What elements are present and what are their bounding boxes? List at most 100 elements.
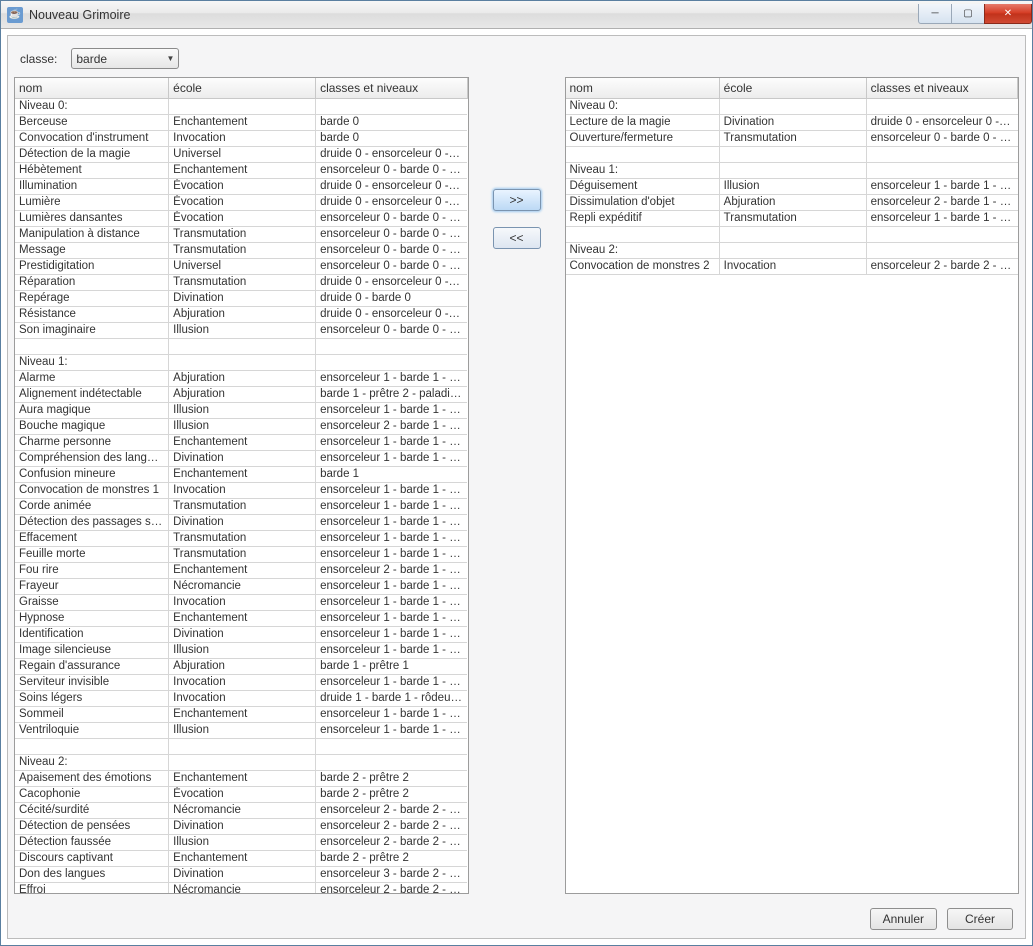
col-ecole[interactable]: école <box>719 78 866 98</box>
selected-table-wrap[interactable]: nom école classes et niveaux Niveau 0:Le… <box>565 77 1020 894</box>
table-row[interactable]: Niveau 1: <box>566 162 1018 178</box>
table-row[interactable]: Image silencieuseIllusionensorceleur 1 -… <box>15 642 467 658</box>
class-select-value: barde <box>76 52 107 66</box>
table-row[interactable]: Bouche magiqueIllusionensorceleur 2 - ba… <box>15 418 467 434</box>
maximize-button[interactable]: ▢ <box>951 4 985 24</box>
table-row[interactable]: Alignement indétectableAbjurationbarde 1… <box>15 386 467 402</box>
move-right-button[interactable]: >> <box>493 189 541 211</box>
table-row[interactable]: Lecture de la magieDivinationdruide 0 - … <box>566 114 1018 130</box>
cell: barde 0 <box>316 130 467 146</box>
table-row[interactable]: Niveau 0: <box>15 98 467 114</box>
table-row[interactable]: Corde animéeTransmutationensorceleur 1 -… <box>15 498 467 514</box>
col-nom[interactable]: nom <box>15 78 169 98</box>
table-row[interactable]: CacophonieÉvocationbarde 2 - prêtre 2 <box>15 786 467 802</box>
table-row[interactable]: Niveau 2: <box>15 754 467 770</box>
table-row[interactable]: EffacementTransmutationensorceleur 1 - b… <box>15 530 467 546</box>
table-row[interactable]: Cécité/surditéNécromancieensorceleur 2 -… <box>15 802 467 818</box>
table-row[interactable]: GraisseInvocationensorceleur 1 - barde 1… <box>15 594 467 610</box>
table-row[interactable]: Charme personneEnchantementensorceleur 1… <box>15 434 467 450</box>
table-row[interactable] <box>566 226 1018 242</box>
group-cell <box>15 738 169 754</box>
table-row[interactable]: Discours captivantEnchantementbarde 2 - … <box>15 850 467 866</box>
table-row[interactable]: Détection de penséesDivinationensorceleu… <box>15 818 467 834</box>
table-row[interactable]: MessageTransmutationensorceleur 0 - bard… <box>15 242 467 258</box>
table-row[interactable]: Aura magiqueIllusionensorceleur 1 - bard… <box>15 402 467 418</box>
transfer-controls: >> << <box>469 77 565 894</box>
cell: ensorceleur 0 - barde 0 - ma... <box>316 210 467 226</box>
minimize-button[interactable]: ─ <box>918 4 952 24</box>
table-row[interactable]: PrestidigitationUniverselensorceleur 0 -… <box>15 258 467 274</box>
table-row[interactable]: HébètementEnchantementensorceleur 0 - ba… <box>15 162 467 178</box>
cell: Enchantement <box>169 610 316 626</box>
table-row[interactable]: Repli expéditifTransmutationensorceleur … <box>566 210 1018 226</box>
table-row[interactable]: Manipulation à distanceTransmutationenso… <box>15 226 467 242</box>
table-row[interactable]: Son imaginaireIllusionensorceleur 0 - ba… <box>15 322 467 338</box>
table-row[interactable]: BerceuseEnchantementbarde 0 <box>15 114 467 130</box>
table-row[interactable] <box>566 146 1018 162</box>
table-row[interactable]: Regain d'assuranceAbjurationbarde 1 - pr… <box>15 658 467 674</box>
table-row[interactable] <box>15 738 467 754</box>
cell: Transmutation <box>169 546 316 562</box>
table-row[interactable]: Lumières dansantesÉvocationensorceleur 0… <box>15 210 467 226</box>
create-button[interactable]: Créer <box>947 908 1013 930</box>
table-row[interactable]: Convocation de monstres 2Invocationensor… <box>566 258 1018 274</box>
table-row[interactable]: Détection fausséeIllusionensorceleur 2 -… <box>15 834 467 850</box>
col-classes[interactable]: classes et niveaux <box>866 78 1017 98</box>
cell: Alignement indétectable <box>15 386 169 402</box>
table-row[interactable]: Niveau 0: <box>566 98 1018 114</box>
table-row[interactable]: HypnoseEnchantementensorceleur 1 - barde… <box>15 610 467 626</box>
table-row[interactable]: IdentificationDivinationensorceleur 1 - … <box>15 626 467 642</box>
titlebar[interactable]: ☕ Nouveau Grimoire ─ ▢ ✕ <box>1 1 1032 29</box>
cancel-button[interactable]: Annuler <box>870 908 937 930</box>
class-select[interactable]: barde ▼ <box>71 48 179 69</box>
table-row[interactable]: Convocation de monstres 1Invocationensor… <box>15 482 467 498</box>
cell: Enchantement <box>169 562 316 578</box>
group-cell: Niveau 2: <box>566 242 720 258</box>
cell: Enchantement <box>169 466 316 482</box>
table-row[interactable]: Détection des passages secr...Divination… <box>15 514 467 530</box>
cell: Divination <box>169 818 316 834</box>
table-row[interactable]: RéparationTransmutationdruide 0 - ensorc… <box>15 274 467 290</box>
table-row[interactable]: Feuille morteTransmutationensorceleur 1 … <box>15 546 467 562</box>
cell: Universel <box>169 258 316 274</box>
cell: barde 1 - prêtre 2 - paladin 2 <box>316 386 467 402</box>
col-classes[interactable]: classes et niveaux <box>316 78 467 98</box>
table-row[interactable]: AlarmeAbjurationensorceleur 1 - barde 1 … <box>15 370 467 386</box>
cell: Repérage <box>15 290 169 306</box>
table-row[interactable]: Dissimulation d'objetAbjurationensorcele… <box>566 194 1018 210</box>
col-ecole[interactable]: école <box>169 78 316 98</box>
table-row[interactable]: Confusion mineureEnchantementbarde 1 <box>15 466 467 482</box>
table-row[interactable]: Convocation d'instrumentInvocationbarde … <box>15 130 467 146</box>
col-nom[interactable]: nom <box>566 78 720 98</box>
cell: ensorceleur 2 - barde 1 - ma... <box>866 194 1017 210</box>
table-row[interactable]: EffroiNécromancieensorceleur 2 - barde 2… <box>15 882 467 894</box>
table-row[interactable]: IlluminationÉvocationdruide 0 - ensorcel… <box>15 178 467 194</box>
cell: ensorceleur 1 - barde 1 - ma... <box>866 210 1017 226</box>
cell: Fou rire <box>15 562 169 578</box>
cell: ensorceleur 1 - barde 1 - ma... <box>316 402 467 418</box>
table-row[interactable]: FrayeurNécromancieensorceleur 1 - barde … <box>15 578 467 594</box>
window-title: Nouveau Grimoire <box>29 8 130 22</box>
available-table-wrap[interactable]: nom école classes et niveaux Niveau 0:Be… <box>14 77 469 894</box>
table-row[interactable]: LumièreÉvocationdruide 0 - ensorceleur 0… <box>15 194 467 210</box>
table-row[interactable]: RepérageDivinationdruide 0 - barde 0 <box>15 290 467 306</box>
table-row[interactable]: Fou rireEnchantementensorceleur 2 - bard… <box>15 562 467 578</box>
table-row[interactable]: Don des languesDivinationensorceleur 3 -… <box>15 866 467 882</box>
table-row[interactable] <box>15 338 467 354</box>
table-row[interactable]: Niveau 1: <box>15 354 467 370</box>
close-button[interactable]: ✕ <box>984 4 1032 24</box>
table-row[interactable]: VentriloquieIllusionensorceleur 1 - bard… <box>15 722 467 738</box>
table-row[interactable]: SommeilEnchantementensorceleur 1 - barde… <box>15 706 467 722</box>
table-row[interactable]: RésistanceAbjurationdruide 0 - ensorcele… <box>15 306 467 322</box>
table-row[interactable]: Serviteur invisibleInvocationensorceleur… <box>15 674 467 690</box>
table-row[interactable]: Ouverture/fermetureTransmutationensorcel… <box>566 130 1018 146</box>
cell: Invocation <box>169 594 316 610</box>
table-row[interactable]: Compréhension des langagesDivinationenso… <box>15 450 467 466</box>
table-row[interactable]: Niveau 2: <box>566 242 1018 258</box>
cell: Détection de la magie <box>15 146 169 162</box>
table-row[interactable]: Soins légersInvocationdruide 1 - barde 1… <box>15 690 467 706</box>
move-left-button[interactable]: << <box>493 227 541 249</box>
table-row[interactable]: DéguisementIllusionensorceleur 1 - barde… <box>566 178 1018 194</box>
table-row[interactable]: Apaisement des émotionsEnchantementbarde… <box>15 770 467 786</box>
table-row[interactable]: Détection de la magieUniverseldruide 0 -… <box>15 146 467 162</box>
